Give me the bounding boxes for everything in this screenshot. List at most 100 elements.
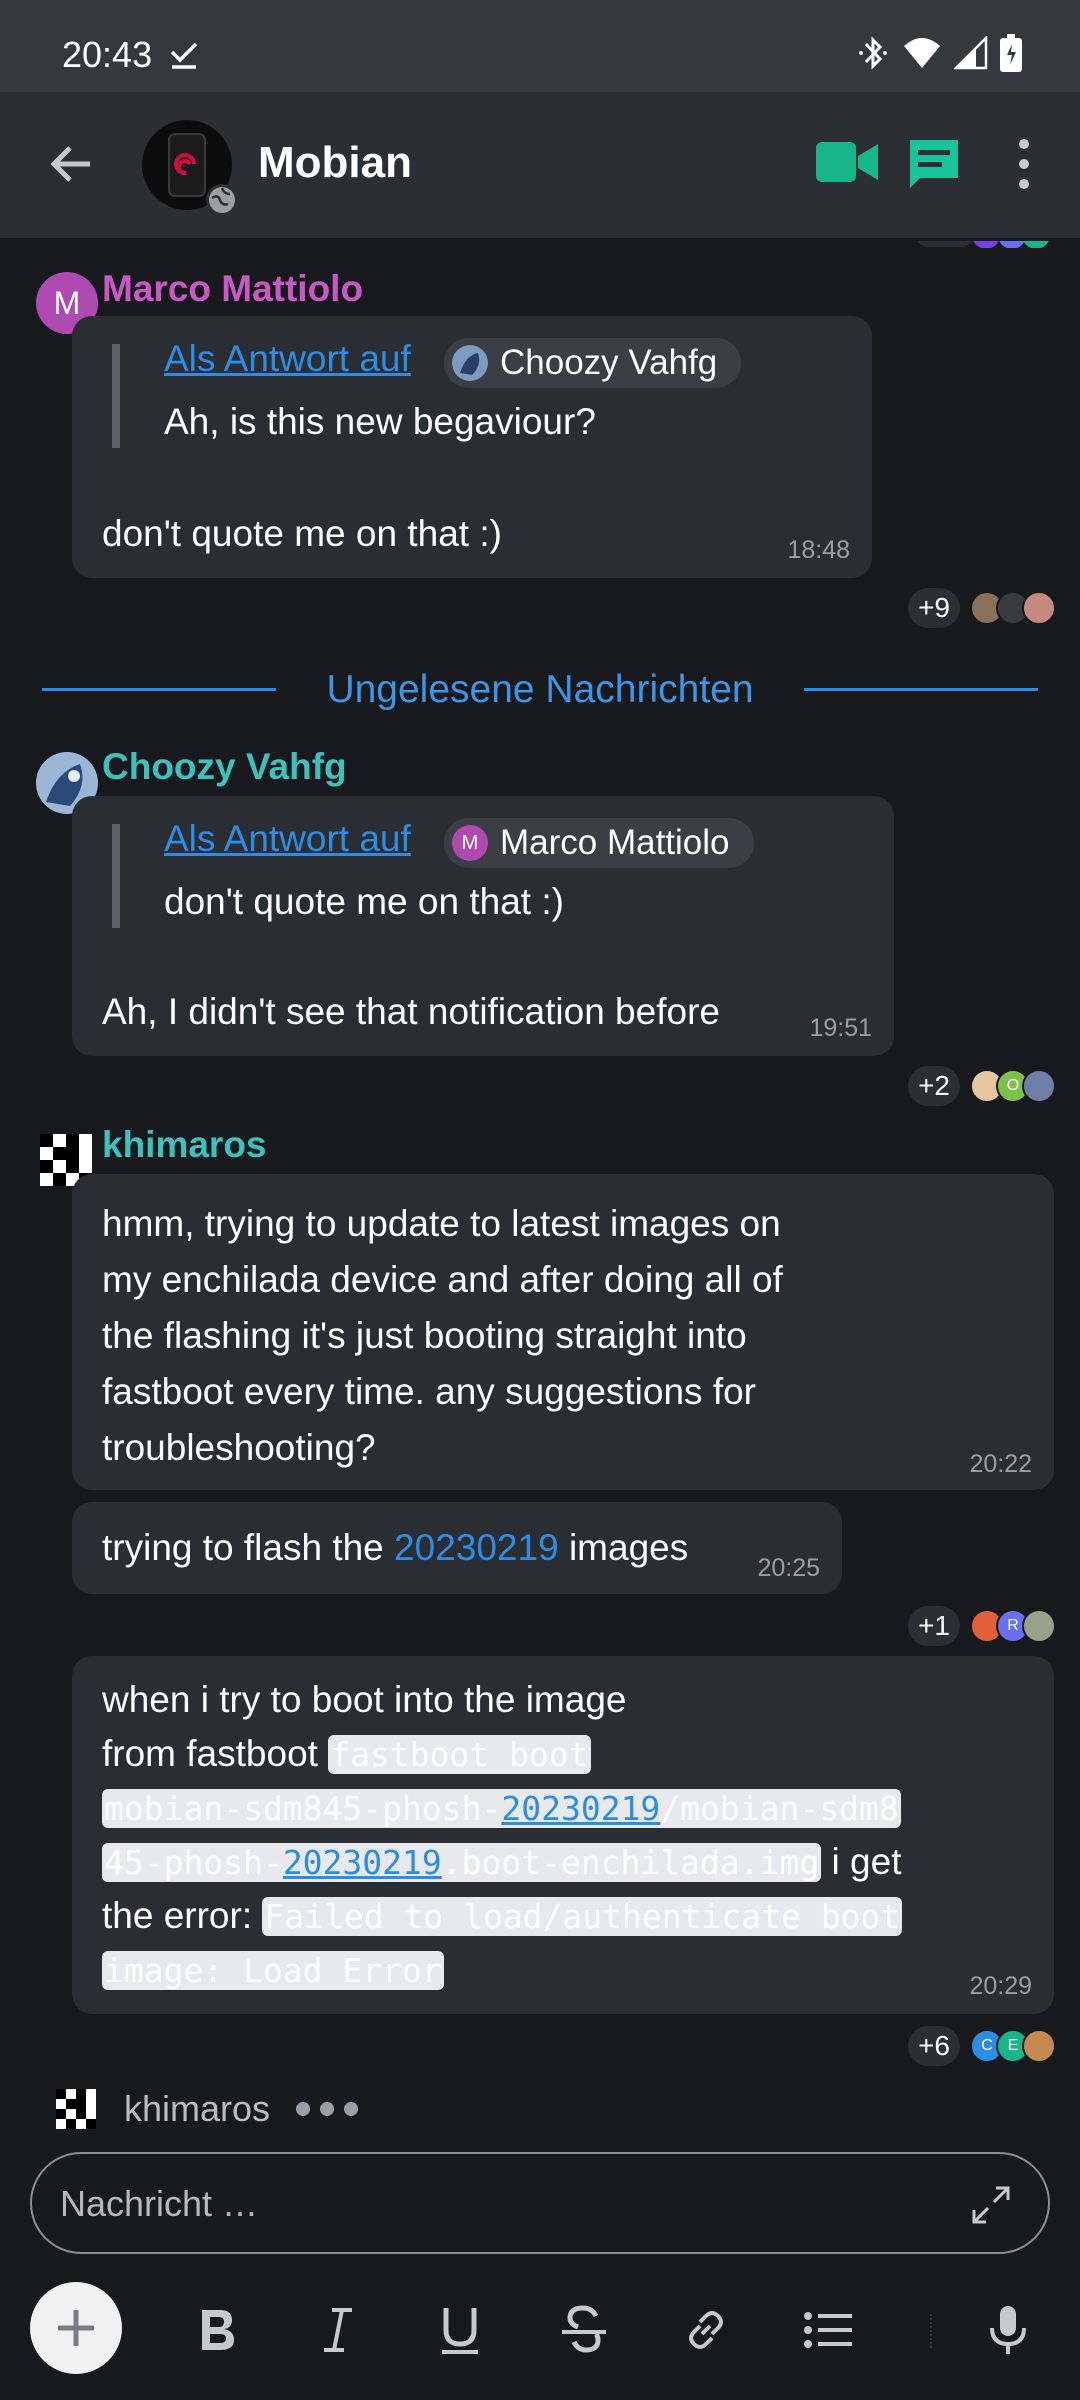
receipt-letter: R — [1007, 1617, 1019, 1634]
pill-name: Choozy Vahfg — [500, 343, 718, 382]
read-receipts[interactable]: +2 O — [908, 1066, 1056, 1106]
italic-icon — [324, 2308, 352, 2352]
message-bubble[interactable]: Als Antwort auf M Marco Mattiolo don't q… — [72, 796, 894, 1056]
mic-icon — [990, 2306, 1026, 2354]
message-text: the error: — [102, 1895, 253, 1936]
identicon-icon — [56, 2089, 96, 2129]
message-bubble[interactable]: Als Antwort auf Choozy Vahfg Ah, is this… — [72, 316, 872, 578]
signal-icon — [954, 36, 988, 70]
quoted-text: Ah, is this new begaviour? — [164, 401, 596, 442]
quote-bar — [112, 824, 120, 928]
receipt-avatar — [1022, 1069, 1056, 1103]
receipt-count: +2 — [908, 1066, 960, 1106]
message-line: 45-phosh-20230219.boot-enchilada.img i g… — [102, 1834, 901, 1891]
inline-code: Failed to load/authenticate boot — [262, 1897, 903, 1936]
code-ref-link[interactable]: 20230219 — [501, 1789, 660, 1828]
receipt-count: +9 — [908, 588, 960, 628]
bluetooth-icon — [859, 36, 887, 70]
pill-avatar — [452, 345, 488, 381]
read-receipts[interactable]: +9 — [908, 588, 1056, 628]
timestamp: 20:22 — [969, 1450, 1032, 1478]
reply-link[interactable]: Als Antwort auf — [164, 338, 411, 380]
message-bubble[interactable]: when i try to boot into the image from f… — [72, 1656, 1054, 2014]
receipt-letter: E — [1007, 2037, 1019, 2054]
message-text: i get — [831, 1841, 902, 1882]
receipt-avatar — [1022, 2029, 1056, 2063]
message-line: the error: Failed to load/authenticate b… — [102, 1888, 903, 1945]
timestamp: 18:48 — [787, 536, 850, 564]
code-part: 45-phosh- — [104, 1843, 283, 1882]
bold-icon — [202, 2310, 234, 2350]
link-button[interactable] — [678, 2302, 734, 2358]
expand-icon[interactable] — [970, 2184, 1012, 2226]
mic-button[interactable] — [980, 2302, 1036, 2358]
receipt-letter: O — [1006, 1077, 1020, 1094]
message-text: don't quote me on that :) — [102, 513, 502, 554]
read-receipts[interactable]: +1 R — [908, 1606, 1056, 1646]
underline-button[interactable] — [432, 2302, 488, 2358]
add-button[interactable] — [30, 2282, 122, 2374]
message-line: image: Load Error — [102, 1942, 444, 1999]
underline-icon — [442, 2308, 478, 2354]
receipt-count: +1 — [908, 1606, 960, 1646]
wifi-icon — [904, 38, 940, 68]
quoted-text: don't quote me on that :) — [164, 881, 564, 922]
room-title: Mobian — [258, 138, 412, 187]
video-call-icon[interactable] — [816, 138, 878, 186]
sender-name[interactable]: khimaros — [102, 1124, 267, 1166]
timestamp: 20:29 — [969, 1972, 1032, 2000]
reply-link[interactable]: Als Antwort auf — [164, 818, 411, 860]
message-composer[interactable] — [30, 2152, 1050, 2254]
sender-name[interactable]: Marco Mattiolo — [102, 268, 363, 310]
message-line: from fastboot fastboot boot — [102, 1726, 591, 1783]
message-line: hmm, trying to update to latest images o… — [102, 1203, 781, 1244]
inline-code: 45-phosh-20230219.boot-enchilada.img — [102, 1843, 822, 1882]
pill-name: Marco Mattiolo — [500, 823, 730, 862]
message-bubble[interactable]: trying to flash the 20230219 images 20:2… — [72, 1502, 842, 1594]
strikethrough-button[interactable] — [556, 2302, 612, 2358]
globe-icon — [206, 184, 238, 216]
message-line: the flashing it's just booting straight … — [102, 1315, 747, 1356]
unread-label: Ungelesene Nachrichten — [326, 668, 754, 711]
inline-code: fastboot boot — [328, 1735, 591, 1774]
quote-bar — [112, 344, 120, 448]
status-time: 20:43 — [62, 34, 153, 75]
list-button[interactable] — [800, 2302, 856, 2358]
code-ref-link[interactable]: 20230219 — [283, 1843, 442, 1882]
avatar-letter: M — [53, 284, 81, 321]
receipt-avatar — [1022, 1609, 1056, 1643]
message-input[interactable] — [60, 2172, 940, 2236]
user-pill[interactable]: M Marco Mattiolo — [444, 818, 754, 868]
toolbar-divider — [930, 2314, 932, 2348]
partial-receipts — [916, 238, 1056, 248]
inline-code: mobian-sdm845-phosh-20230219/mobian-sdm8 — [102, 1789, 901, 1828]
user-pill[interactable]: Choozy Vahfg — [444, 338, 742, 388]
message-line: fastboot every time. any suggestions for — [102, 1371, 757, 1412]
status-icons — [856, 34, 1022, 72]
battery-icon — [1000, 34, 1022, 72]
message-text: trying to flash the 20230219 images — [102, 1520, 688, 1576]
receipt-count: +6 — [908, 2026, 960, 2066]
pill-avatar: M — [452, 825, 488, 861]
message-line: my enchilada device and after doing all … — [102, 1259, 783, 1300]
back-arrow-icon[interactable] — [44, 136, 100, 192]
ref-link[interactable]: 20230219 — [394, 1527, 559, 1568]
message-text: Ah, I didn't see that notification befor… — [102, 991, 720, 1032]
code-part: .boot-enchilada.img — [441, 1843, 820, 1882]
unread-divider: Ungelesene Nachrichten — [40, 660, 1040, 720]
read-receipts[interactable]: +6 C E — [908, 2026, 1056, 2066]
bold-button[interactable] — [188, 2302, 244, 2358]
italic-button[interactable] — [310, 2302, 366, 2358]
inline-code: image: Load Error — [102, 1951, 444, 1990]
formatting-toolbar — [0, 2280, 1080, 2380]
message-bubble[interactable]: hmm, trying to update to latest images o… — [72, 1174, 1054, 1490]
threads-icon[interactable] — [906, 136, 962, 192]
more-vert-icon[interactable] — [1010, 136, 1038, 192]
message-text: from fastboot — [102, 1733, 318, 1774]
code-part: /mobian-sdm8 — [660, 1789, 899, 1828]
strikethrough-icon — [562, 2305, 606, 2353]
download-done-icon — [170, 42, 198, 69]
code-part: mobian-sdm845-phosh- — [104, 1789, 502, 1828]
message-line: when i try to boot into the image — [102, 1679, 627, 1720]
sender-name[interactable]: Choozy Vahfg — [102, 746, 347, 788]
